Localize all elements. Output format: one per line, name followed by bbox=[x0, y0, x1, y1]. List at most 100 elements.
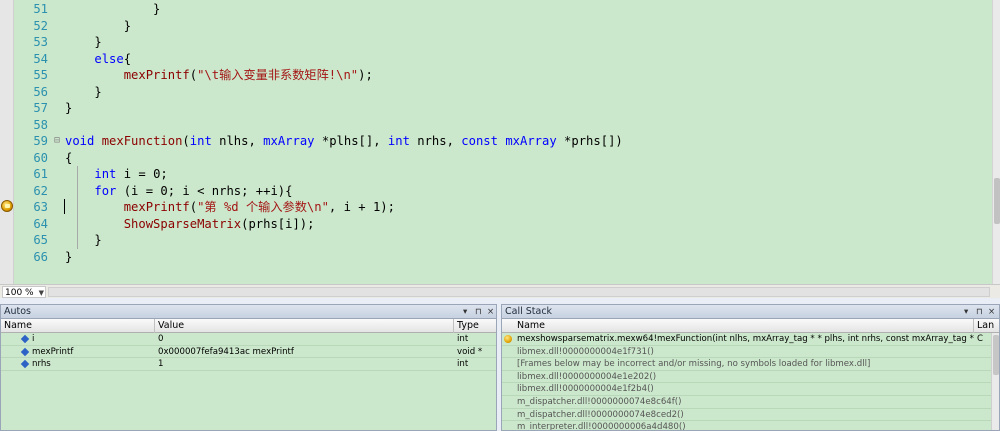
indicator-margin[interactable] bbox=[0, 0, 14, 284]
code-token: int bbox=[387, 134, 410, 148]
code-line[interactable]: 65 } bbox=[14, 232, 992, 249]
code-text[interactable]: for (i = 0; i < nrhs; ++i){ bbox=[65, 183, 293, 200]
code-line[interactable]: 57} bbox=[14, 100, 992, 117]
line-number: 63 bbox=[33, 200, 48, 214]
scroll-thumb[interactable] bbox=[994, 178, 1000, 224]
call-stack-scrollbar[interactable] bbox=[991, 333, 999, 430]
code-text[interactable]: } bbox=[65, 100, 72, 117]
code-text[interactable]: else{ bbox=[65, 51, 131, 68]
code-text[interactable]: mexPrintf("第 %d 个输入参数\n", i + 1); bbox=[65, 199, 395, 216]
pane-menu-icon[interactable]: ▾ bbox=[463, 305, 467, 319]
code-line[interactable]: 54 else{ bbox=[14, 51, 992, 68]
code-token: } bbox=[65, 18, 132, 33]
call-stack-row[interactable]: libmex.dll!0000000004e1e202() bbox=[502, 371, 999, 384]
line-number: 51 bbox=[33, 2, 48, 16]
code-text[interactable]: mexPrintf("\t输入变量非系数矩阵!\n"); bbox=[65, 67, 373, 84]
variable-value[interactable]: 1 bbox=[155, 358, 454, 370]
code-token: (i = bbox=[116, 183, 161, 198]
call-stack-row[interactable]: libmex.dll!0000000004e1f731() bbox=[502, 346, 999, 359]
fold-minus-icon[interactable]: ⊟ bbox=[54, 133, 64, 150]
editor-vertical-scrollbar[interactable] bbox=[992, 0, 1000, 284]
code-line[interactable]: 60 { bbox=[14, 150, 992, 167]
code-line[interactable]: 58 bbox=[14, 117, 992, 134]
code-text[interactable]: } bbox=[65, 1, 160, 18]
column-header-name[interactable]: Name bbox=[514, 319, 974, 333]
code-text[interactable]: void mexFunction(int nlhs, mxArray *plhs… bbox=[65, 133, 623, 150]
line-number: 61 bbox=[33, 167, 48, 181]
call-stack-row[interactable]: m_dispatcher.dll!0000000074e8c64f() bbox=[502, 396, 999, 409]
code-line[interactable]: 51 } bbox=[14, 1, 992, 18]
frame-language: C bbox=[977, 334, 984, 344]
code-line[interactable]: 52 } bbox=[14, 18, 992, 35]
code-line[interactable]: 62 for (i = 0; i < nrhs; ++i){ bbox=[14, 182, 992, 200]
close-icon[interactable]: × bbox=[487, 305, 494, 319]
call-stack-row[interactable]: m_interpreter.dll!0000000006a4d480() bbox=[502, 421, 999, 430]
code-line[interactable]: 61 int i = 0; bbox=[14, 166, 992, 183]
code-token: ( bbox=[189, 200, 198, 214]
line-number: 55 bbox=[33, 68, 48, 82]
code-lines[interactable]: 51 } 52 } 53 } 54 else{55 mexPrintf("\t输入变量… bbox=[14, 1, 992, 265]
code-token: else bbox=[94, 51, 124, 66]
pane-menu-icon[interactable]: ▾ bbox=[964, 305, 968, 319]
code-token: } bbox=[65, 35, 102, 49]
column-header-name[interactable]: Name bbox=[1, 319, 155, 333]
variable-value[interactable]: 0 bbox=[155, 333, 454, 345]
code-token: "\t输入变量非系数矩阵!\n" bbox=[197, 68, 359, 82]
line-number: 56 bbox=[33, 84, 48, 99]
code-token: *prhs[]) bbox=[556, 134, 623, 148]
pin-icon[interactable]: ⊓ bbox=[976, 305, 983, 319]
code-text[interactable]: } bbox=[65, 34, 102, 51]
code-token: mexFunction bbox=[101, 134, 183, 148]
column-header-type[interactable]: Type bbox=[454, 319, 496, 333]
code-token: } bbox=[65, 84, 102, 99]
code-token: ShowSparseMatrix bbox=[123, 216, 242, 231]
column-header-language[interactable]: Lan bbox=[974, 319, 999, 333]
code-line[interactable]: 56 } bbox=[14, 84, 992, 101]
editor-status-strip: 100 % ▼ bbox=[0, 284, 1000, 298]
chevron-down-icon[interactable]: ▼ bbox=[39, 287, 44, 299]
call-stack-row[interactable]: libmex.dll!0000000004e1f2b4() bbox=[502, 383, 999, 396]
code-text[interactable]: } bbox=[65, 232, 101, 249]
autos-row[interactable]: mexPrintf 0x000007fefa9413ac mexPrintf voi… bbox=[1, 346, 496, 359]
code-line[interactable]: 53 } bbox=[14, 34, 992, 51]
code-line[interactable]: 63 mexPrintf("第 %d 个输入参数\n", i + 1); bbox=[14, 199, 992, 216]
code-text[interactable]: int i = 0; bbox=[65, 166, 167, 183]
code-line[interactable]: 64 ShowSparseMatrix(prhs[i]); bbox=[14, 215, 992, 233]
variable-value[interactable]: 0x000007fefa9413ac mexPrintf bbox=[155, 346, 454, 358]
zoom-select[interactable]: 100 % ▼ bbox=[2, 286, 46, 298]
code-text[interactable]: } bbox=[65, 18, 131, 35]
code-line[interactable]: 66} bbox=[14, 249, 992, 266]
pin-icon[interactable]: ⊓ bbox=[475, 305, 482, 319]
editor-horizontal-scrollbar[interactable] bbox=[48, 287, 990, 297]
column-header-value[interactable]: Value bbox=[155, 319, 454, 333]
code-token: { bbox=[123, 51, 132, 66]
code-token: mxArray bbox=[505, 134, 557, 148]
code-editor[interactable]: 51 } 52 } 53 } 54 else{55 mexPrintf("\t输入变量… bbox=[0, 0, 1000, 284]
code-text[interactable]: { bbox=[65, 150, 72, 167]
code-token: mxArray bbox=[263, 134, 315, 148]
code-line[interactable]: 59 ⊟ void mexFunction(int nlhs, mxArray *p… bbox=[14, 133, 992, 150]
code-line[interactable]: 55 mexPrintf("\t输入变量非系数矩阵!\n"); bbox=[14, 67, 992, 84]
call-stack-row[interactable]: mexshowsparsematrix.mexw64!mexFunction(i… bbox=[502, 333, 999, 346]
call-stack-pane: Call Stack ▾ ⊓ × Name Lan mexshowsparsem… bbox=[501, 304, 1000, 431]
call-stack-row[interactable]: [Frames below may be incorrect and/or mi… bbox=[502, 358, 999, 371]
variable-type: void * bbox=[457, 346, 483, 357]
autos-header: Name Value Type bbox=[1, 319, 496, 333]
code-text[interactable]: ShowSparseMatrix(prhs[i]); bbox=[65, 216, 315, 233]
code-text[interactable]: } bbox=[65, 84, 102, 101]
frame-name: libmex.dll!0000000004e1e202() bbox=[517, 371, 657, 382]
variable-name: nrhs bbox=[32, 359, 51, 370]
scroll-thumb[interactable] bbox=[993, 335, 999, 375]
call-stack-rows: mexshowsparsematrix.mexw64!mexFunction(i… bbox=[502, 333, 999, 430]
code-token: (prhs[i]); bbox=[241, 216, 315, 231]
autos-row[interactable]: nrhs 1 int bbox=[1, 358, 496, 371]
call-stack-header: Name Lan bbox=[502, 319, 999, 333]
close-icon[interactable]: × bbox=[988, 305, 995, 319]
call-stack-row[interactable]: m_dispatcher.dll!0000000074e8ced2() bbox=[502, 409, 999, 422]
code-token: ; i < nrhs; ++i){ bbox=[167, 183, 293, 198]
code-text[interactable]: } bbox=[65, 249, 72, 266]
line-number: 58 bbox=[33, 117, 48, 132]
frame-name: m_dispatcher.dll!0000000074e8ced2() bbox=[517, 409, 684, 420]
autos-row[interactable]: i 0 int bbox=[1, 333, 496, 346]
